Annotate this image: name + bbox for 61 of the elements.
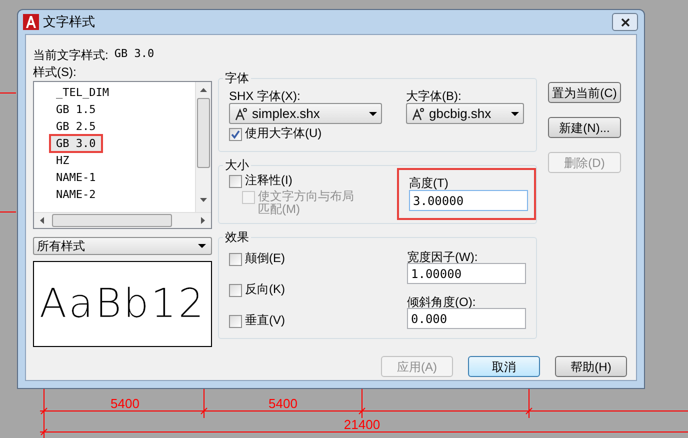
checkbox[interactable] [229,175,242,188]
style-list-item[interactable]: NAME-1 [50,169,102,186]
checkbox[interactable] [229,128,242,141]
preview-text: AaBb12 [39,280,206,329]
checkbox-label: 颠倒(E) [245,252,285,265]
scroll-thumb[interactable] [197,98,210,168]
style-list-item[interactable]: GB 3.0 [50,135,102,152]
font-icon [234,106,248,120]
close-icon [620,18,630,26]
scroll-right-icon [201,217,205,224]
style-list-item[interactable]: _TEL_DIM [50,84,115,101]
checkbox[interactable] [229,315,242,328]
dialog-button[interactable]: 新建(N)... [548,117,621,138]
field-label: 宽度因子(W): [407,249,479,263]
scroll-thumb[interactable] [52,214,172,227]
dimension-text: 5400 [110,396,140,411]
group-label: 大小 [224,157,250,174]
oblique-angle-field[interactable]: 0.000 [407,308,526,329]
close-button[interactable] [612,13,638,31]
group-label: 字体 [224,70,250,87]
window-title: 文字样式 [43,13,95,32]
checkbox-label: 注释性(I) [245,174,292,187]
vertical-scrollbar[interactable] [195,82,211,212]
dialog-button[interactable]: 置为当前(C) [548,82,621,103]
checkbox-label: 反向(K) [245,283,285,296]
width-factor-field[interactable]: 1.00000 [407,263,526,284]
dimension-text: 21400 [344,417,380,432]
field-label: SHX 字体(X): [229,88,302,103]
style-list-item[interactable]: GB 2.5 [50,118,102,135]
font-dropdown[interactable]: simplex.shx [229,103,382,124]
style-list-item[interactable]: NAME-2 [50,186,102,203]
scroll-down-icon [200,198,207,202]
filter-dropdown[interactable]: 所有样式 [33,237,212,255]
dropdown-arrow-icon [198,244,206,248]
font-icon [411,106,425,120]
styles-label: 样式(S): [33,64,78,81]
field-label: 大字体(B): [406,88,462,103]
horizontal-scrollbar[interactable] [34,212,211,228]
dropdown-arrow-icon [511,112,519,116]
height-field[interactable]: 3.00000 [409,190,528,211]
scroll-left-icon [40,217,44,224]
field-label: 高度(T) [409,175,450,190]
dialog-button[interactable]: 帮助(H) [555,356,627,377]
scroll-up-icon [200,88,207,92]
dialog-button[interactable]: 取消 [468,356,540,377]
group-label: 效果 [224,229,250,246]
app-logo-icon [23,14,39,30]
style-list-item[interactable]: GB 1.5 [50,101,102,118]
checkbox-label: 使文字方向与布局匹配(M) [258,190,355,216]
checkbox-label: 垂直(V) [245,314,285,327]
style-list-item[interactable]: HZ [50,152,76,169]
font-dropdown[interactable]: gbcbig.shx [406,103,524,124]
current-style-label: 当前文字样式: [33,46,108,64]
check-icon [231,130,240,139]
checkbox-label: 使用大字体(U) [245,127,322,140]
dimension-text: 5400 [268,396,298,411]
field-label: 倾斜角度(O): [407,294,477,308]
current-style-value: GB 3.0 [114,46,154,62]
checkbox[interactable] [229,253,242,266]
dropdown-arrow-icon [369,112,377,116]
checkbox[interactable] [229,284,242,297]
